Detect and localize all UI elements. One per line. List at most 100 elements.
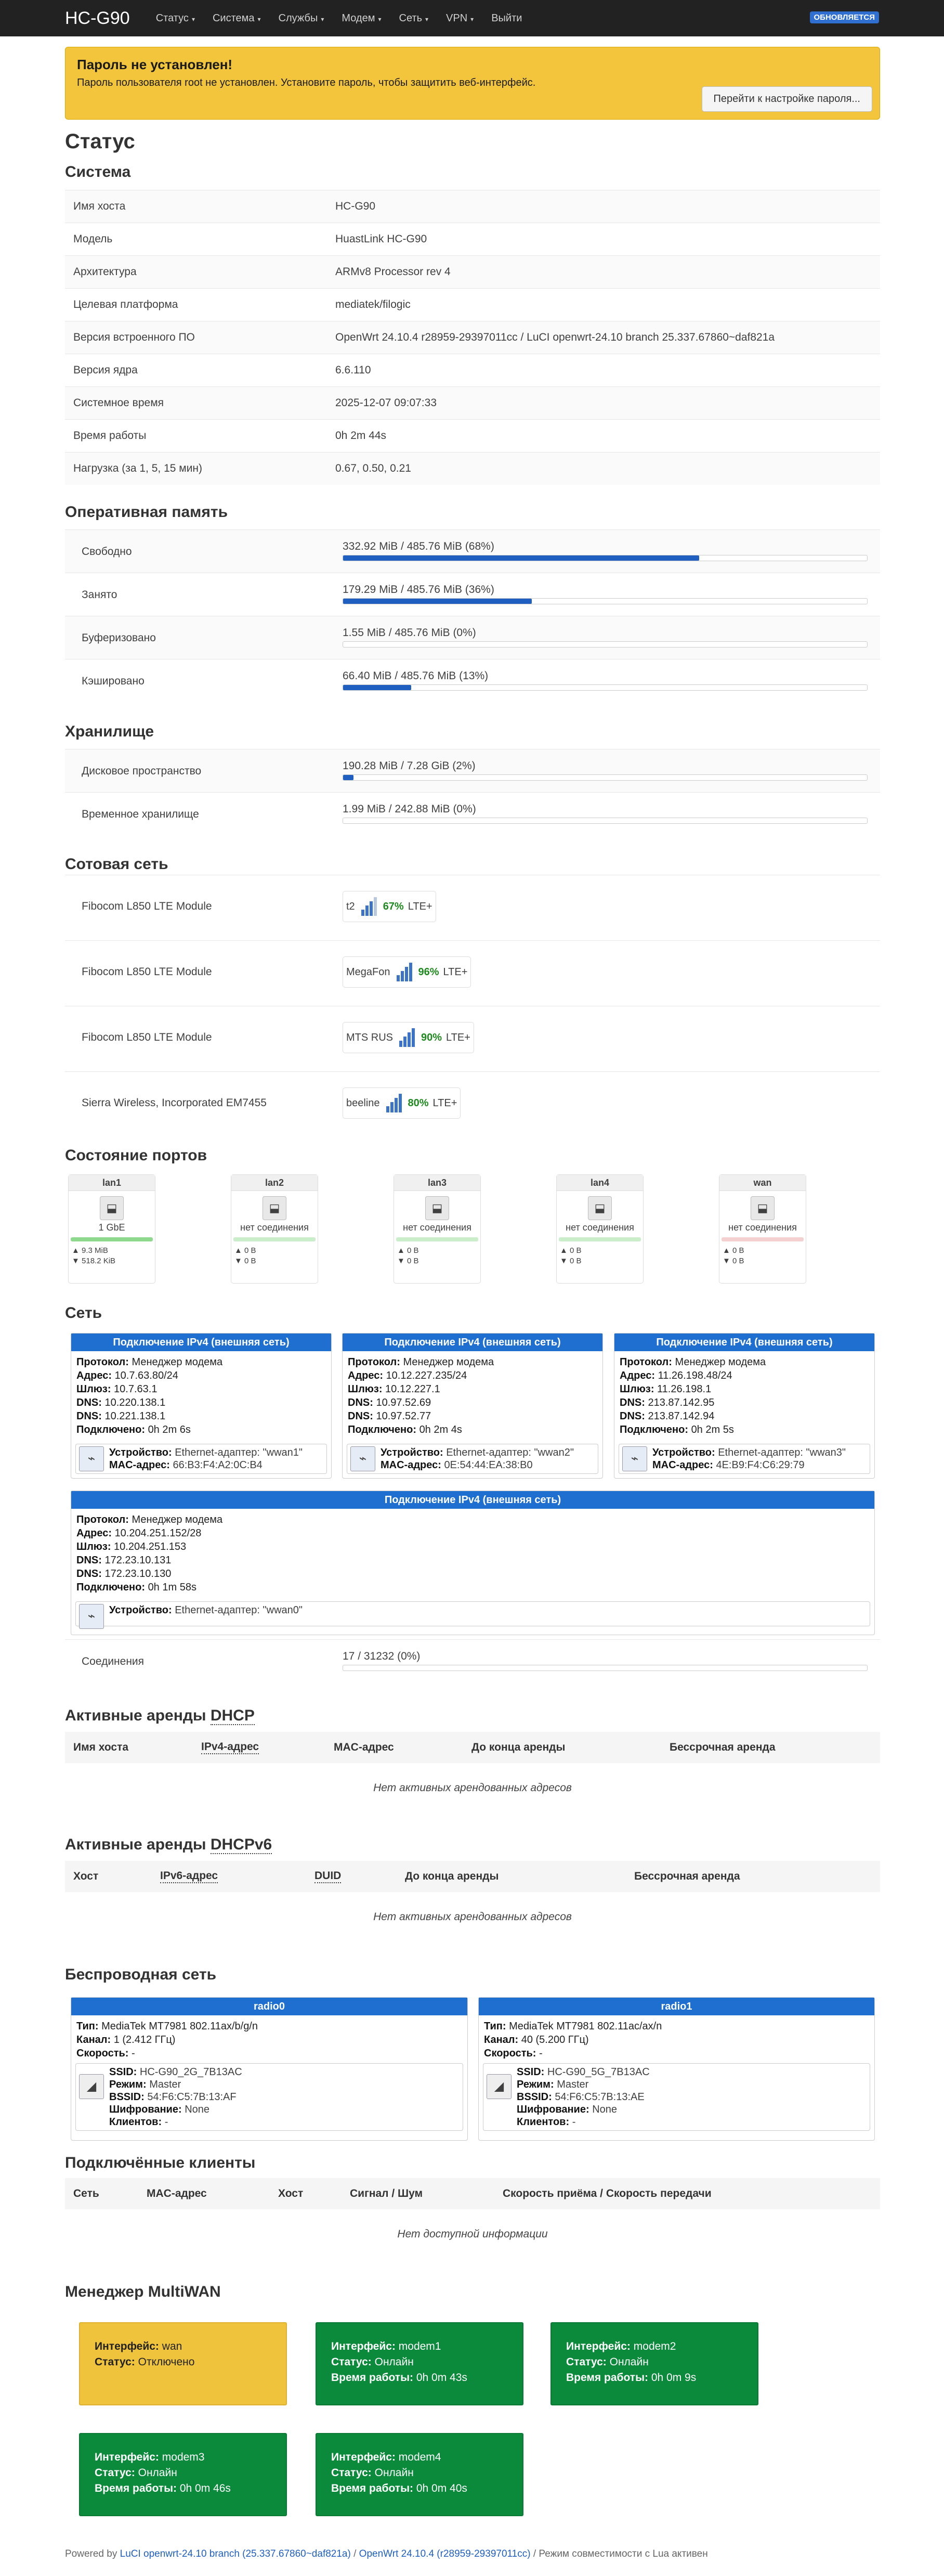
col-host: Хост — [73, 1870, 99, 1882]
table-row: Fibocom L850 LTE Module MegaFon 96% LTE+ — [65, 940, 880, 1006]
table-row: Модель HuastLink HC-G90 — [65, 223, 880, 255]
radio-box: radio0 Тип: MediaTek MT7981 802.11ax/b/g… — [71, 1997, 468, 2141]
ipv4-wan-box: Подключение IPv4 (внешняя сеть) Протокол… — [342, 1333, 603, 1479]
ethernet-port-icon: ⬓ — [751, 1196, 775, 1220]
clients-table: Сеть MAC-адрес Хост Сигнал / Шум Скорост… — [65, 2178, 880, 2241]
wifi-signal-icon: ◢ — [487, 2074, 512, 2099]
row-key: Версия ядра — [73, 364, 138, 376]
mwan-card-modem3[interactable]: Интерфейс: modem3 Статус: Онлайн Время р… — [79, 2433, 287, 2516]
table-row: Системное время 2025-12-07 09:07:33 — [65, 386, 880, 419]
device-info: ⌁ Устройство: Ethernet-адаптер: "wwan0" — [75, 1601, 870, 1629]
nav-vpn-label: VPN — [446, 12, 468, 24]
radio-name: radio0 — [71, 1998, 467, 2015]
port-status: нет соединения — [403, 1222, 471, 1233]
ethernet-port-icon: ⬓ — [263, 1196, 286, 1220]
brand-logo[interactable]: HC-G90 — [65, 8, 130, 29]
port-rx: ▲ 0 B — [560, 1246, 582, 1255]
col-signal: Сигнал / Шум — [350, 2187, 423, 2199]
signal-badge: beeline 80% LTE+ — [343, 1088, 461, 1119]
port-name: lan2 — [231, 1175, 318, 1191]
port-tx: ▼ 0 B — [560, 1257, 582, 1265]
nav-vpn[interactable]: VPN ▾ — [446, 12, 474, 24]
network-tech: LTE+ — [408, 900, 432, 912]
row-key: Свободно — [82, 546, 132, 558]
memory-table: Свободно 332.92 MiB / 485.76 MiB (68%) За… — [65, 529, 880, 702]
ethernet-adapter-icon: ⌁ — [79, 1604, 104, 1629]
ssid-info: ◢ SSID: HC-G90_5G_7B13AC Режим: Master B… — [483, 2063, 870, 2131]
signal-badge: MTS RUS 90% LTE+ — [343, 1022, 474, 1053]
signal-badge: t2 67% LTE+ — [343, 891, 436, 922]
luci-link[interactable]: LuCI openwrt-24.10 branch (25.337.67860~… — [120, 2548, 351, 2559]
nav-services[interactable]: Службы ▾ — [279, 12, 324, 24]
ipv4-wan-box: Подключение IPv4 (внешняя сеть) Протокол… — [614, 1333, 875, 1479]
mwan-card-modem2[interactable]: Интерфейс: modem2 Статус: Онлайн Время р… — [550, 2322, 758, 2405]
port-name: lan3 — [394, 1175, 480, 1191]
port-lan2[interactable]: lan2 ⬓ нет соединения ▲ 0 B ▼ 0 B — [231, 1174, 318, 1284]
top-navbar: HC-G90 Статус ▾ Система ▾ Службы ▾ Модем ▾ С… — [0, 0, 944, 36]
port-lan1[interactable]: lan1 ⬓ 1 GbE ▲ 9.3 MiB ▼ 518.2 KiB — [68, 1174, 155, 1284]
mwan-iface: modem2 — [633, 2340, 676, 2352]
table-row: Архитектура ARMv8 Processor rev 4 — [65, 255, 880, 288]
mwan-iface: modem1 — [398, 2340, 441, 2352]
openwrt-link[interactable]: OpenWrt 24.10.4 (r28959-29397011cc) — [359, 2548, 531, 2559]
port-lan4[interactable]: lan4 ⬓ нет соединения ▲ 0 B ▼ 0 B — [556, 1174, 644, 1284]
signal-percent: 90% — [421, 1031, 442, 1043]
col-expires: До конца аренды — [405, 1870, 499, 1882]
nav-modem[interactable]: Модем ▾ — [342, 12, 381, 24]
system-table: Имя хоста HC-G90 Модель HuastLink HC-G90 А… — [65, 190, 880, 485]
port-lan3[interactable]: lan3 ⬓ нет соединения ▲ 0 B ▼ 0 B — [394, 1174, 481, 1284]
progress-bar — [343, 1665, 868, 1671]
empty-message: Нет доступной информации — [397, 2228, 548, 2240]
mwan-iface: wan — [162, 2340, 182, 2352]
port-name: wan — [719, 1175, 806, 1191]
row-value: 0h 2m 44s — [335, 430, 387, 442]
table-row: Целевая платформа mediatek/filogic — [65, 288, 880, 321]
port-rx: ▲ 9.3 MiB — [72, 1246, 108, 1255]
progress-label: 1.55 MiB / 485.76 MiB (0%) — [343, 627, 476, 639]
mwan-iface: modem4 — [398, 2451, 441, 2463]
signal-bars-icon — [399, 1028, 416, 1047]
col-expires: До конца аренды — [471, 1741, 566, 1753]
col-hostname: Имя хоста — [73, 1741, 129, 1753]
progress-fill — [343, 555, 700, 561]
dhcp6-leases-table: Хост IPv6-адрес DUID До конца аренды Бес… — [65, 1861, 880, 1923]
page-footer: Powered by LuCI openwrt-24.10 branch (25… — [65, 2548, 708, 2559]
network-tech: LTE+ — [432, 1097, 457, 1109]
set-password-button[interactable]: Перейти к настройке пароля... — [701, 86, 872, 112]
signal-bars-icon — [396, 963, 413, 981]
mwan-uptime: 0h 0m 40s — [416, 2482, 467, 2494]
mwan-card-modem4[interactable]: Интерфейс: modem4 Статус: Онлайн Время р… — [316, 2433, 523, 2516]
clients-heading: Подключённые клиенты — [65, 2154, 256, 2171]
refresh-status-badge[interactable]: ОБНОВЛЯЕТСЯ — [809, 11, 879, 23]
mwan-card-wan[interactable]: Интерфейс: wan Статус: Отключено — [79, 2322, 287, 2405]
operator-name: beeline — [346, 1097, 380, 1109]
ethernet-port-icon: ⬓ — [425, 1196, 449, 1220]
nav-logout[interactable]: Выйти — [491, 12, 522, 24]
progress-label: 179.29 MiB / 485.76 MiB (36%) — [343, 584, 494, 596]
signal-badge: MegaFon 96% LTE+ — [343, 956, 471, 988]
port-tx: ▼ 0 B — [234, 1257, 256, 1265]
mwan-card-modem1[interactable]: Интерфейс: modem1 Статус: Онлайн Время р… — [316, 2322, 523, 2405]
chevron-down-icon: ▾ — [321, 15, 324, 23]
nav-status[interactable]: Статус ▾ — [156, 12, 195, 24]
box-title: Подключение IPv4 (внешняя сеть) — [71, 1491, 874, 1509]
port-wan[interactable]: wan ⬓ нет соединения ▲ 0 B ▼ 0 B — [719, 1174, 806, 1284]
mwan-status: Отключено — [138, 2356, 195, 2368]
device-info: ⌁ Устройство: Ethernet-адаптер: "wwan3" … — [619, 1444, 870, 1474]
empty-message: Нет активных арендованных адресов — [373, 1782, 572, 1794]
nav-network[interactable]: Сеть ▾ — [399, 12, 429, 24]
nav-services-label: Службы — [278, 12, 318, 24]
row-key: Архитектура — [73, 266, 137, 278]
row-key: Дисковое пространство — [82, 765, 202, 777]
row-key: Fibocom L850 LTE Module — [82, 966, 212, 978]
table-row: Временное хранилище 1.99 MiB / 242.88 MiB… — [65, 792, 880, 835]
progress-fill — [343, 775, 354, 780]
ethernet-adapter-icon: ⌁ — [350, 1446, 375, 1471]
nav-system[interactable]: Система ▾ — [213, 12, 261, 24]
table-row: Соединения 17 / 31232 (0%) — [65, 1639, 880, 1682]
row-value: HC-G90 — [335, 200, 376, 212]
chevron-down-icon: ▾ — [470, 15, 474, 23]
ethernet-adapter-icon: ⌁ — [622, 1446, 647, 1471]
wireless-heading: Беспроводная сеть — [65, 1966, 217, 1983]
ethernet-adapter-icon: ⌁ — [79, 1446, 104, 1471]
